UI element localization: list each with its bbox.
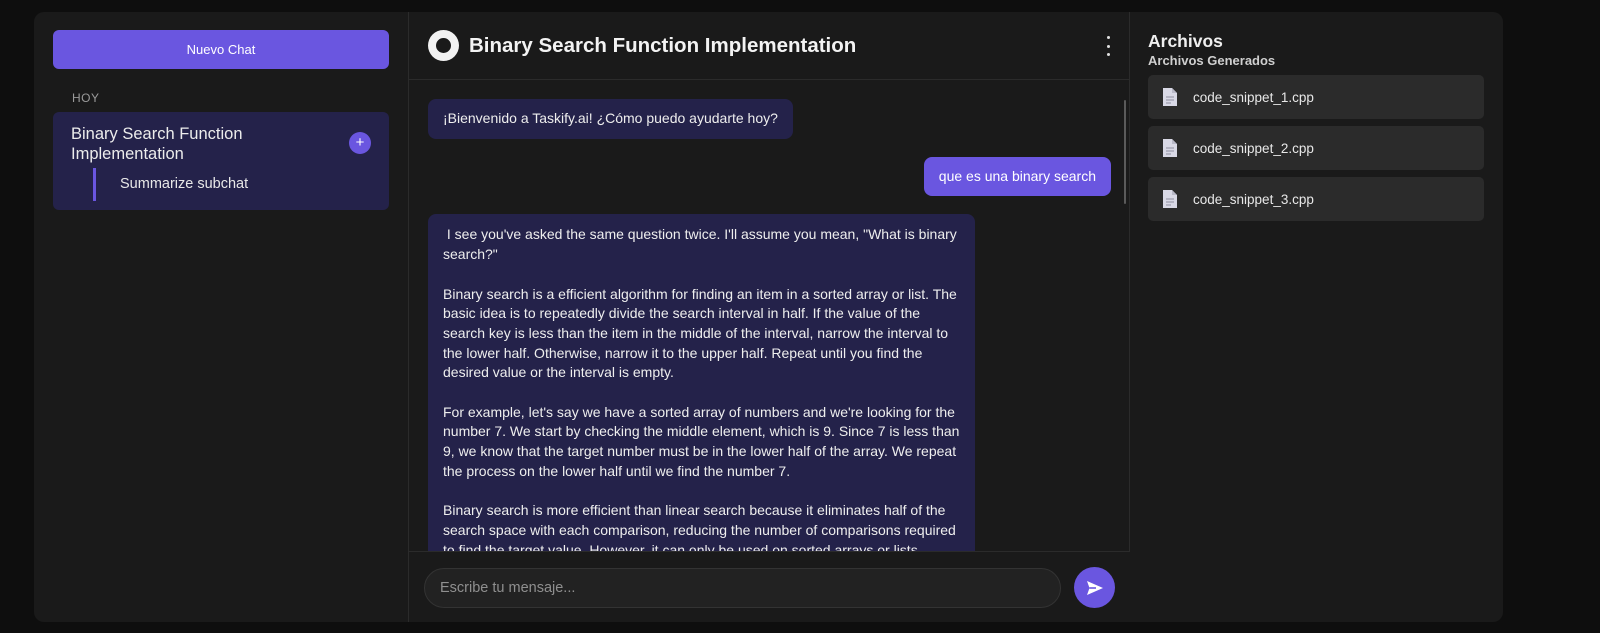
files-panel: Archivos Archivos Generados code_snippet… — [1130, 12, 1503, 622]
message-list[interactable]: ¡Bienvenido a Taskify.ai! ¿Cómo puedo ay… — [409, 81, 1130, 551]
document-icon — [1163, 139, 1177, 157]
add-subchat-button[interactable]: + — [349, 132, 371, 154]
bot-message: ¡Bienvenido a Taskify.ai! ¿Cómo puedo ay… — [428, 99, 793, 139]
bot-message: I see you've asked the same question twi… — [428, 214, 975, 551]
user-message: que es una binary search — [923, 156, 1111, 197]
app-window: Nuevo Chat HOY Binary Search Function Im… — [34, 12, 1503, 622]
file-item[interactable]: code_snippet_1.cpp — [1148, 75, 1484, 119]
chat-header: Binary Search Function Implementation — [409, 12, 1129, 80]
file-item[interactable]: code_snippet_2.cpp — [1148, 126, 1484, 170]
more-options-icon[interactable] — [1103, 36, 1113, 56]
files-panel-title: Archivos — [1148, 31, 1223, 51]
chat-title: Binary Search Function Implementation — [469, 33, 857, 57]
new-chat-button[interactable]: Nuevo Chat — [53, 30, 389, 69]
file-name: code_snippet_3.cpp — [1193, 191, 1314, 207]
file-name: code_snippet_1.cpp — [1193, 89, 1314, 105]
document-icon — [1163, 88, 1177, 106]
app-logo-icon — [428, 30, 459, 61]
document-icon — [1163, 190, 1177, 208]
chat-item-title[interactable]: Binary Search Function Implementation — [71, 124, 311, 164]
chat-list-item[interactable]: Binary Search Function Implementation + … — [53, 112, 389, 210]
send-icon — [1086, 580, 1103, 595]
scrollbar-thumb[interactable] — [1124, 100, 1126, 204]
file-name: code_snippet_2.cpp — [1193, 140, 1314, 156]
message-input[interactable] — [424, 568, 1061, 608]
sidebar: Nuevo Chat HOY Binary Search Function Im… — [34, 12, 409, 622]
subchat-item[interactable]: Summarize subchat — [93, 168, 371, 201]
chat-main: Binary Search Function Implementation ¡B… — [409, 12, 1130, 622]
send-button[interactable] — [1074, 567, 1115, 608]
files-panel-subtitle: Archivos Generados — [1148, 53, 1276, 68]
composer — [409, 551, 1130, 622]
section-label-today: HOY — [72, 91, 100, 105]
file-item[interactable]: code_snippet_3.cpp — [1148, 177, 1484, 221]
